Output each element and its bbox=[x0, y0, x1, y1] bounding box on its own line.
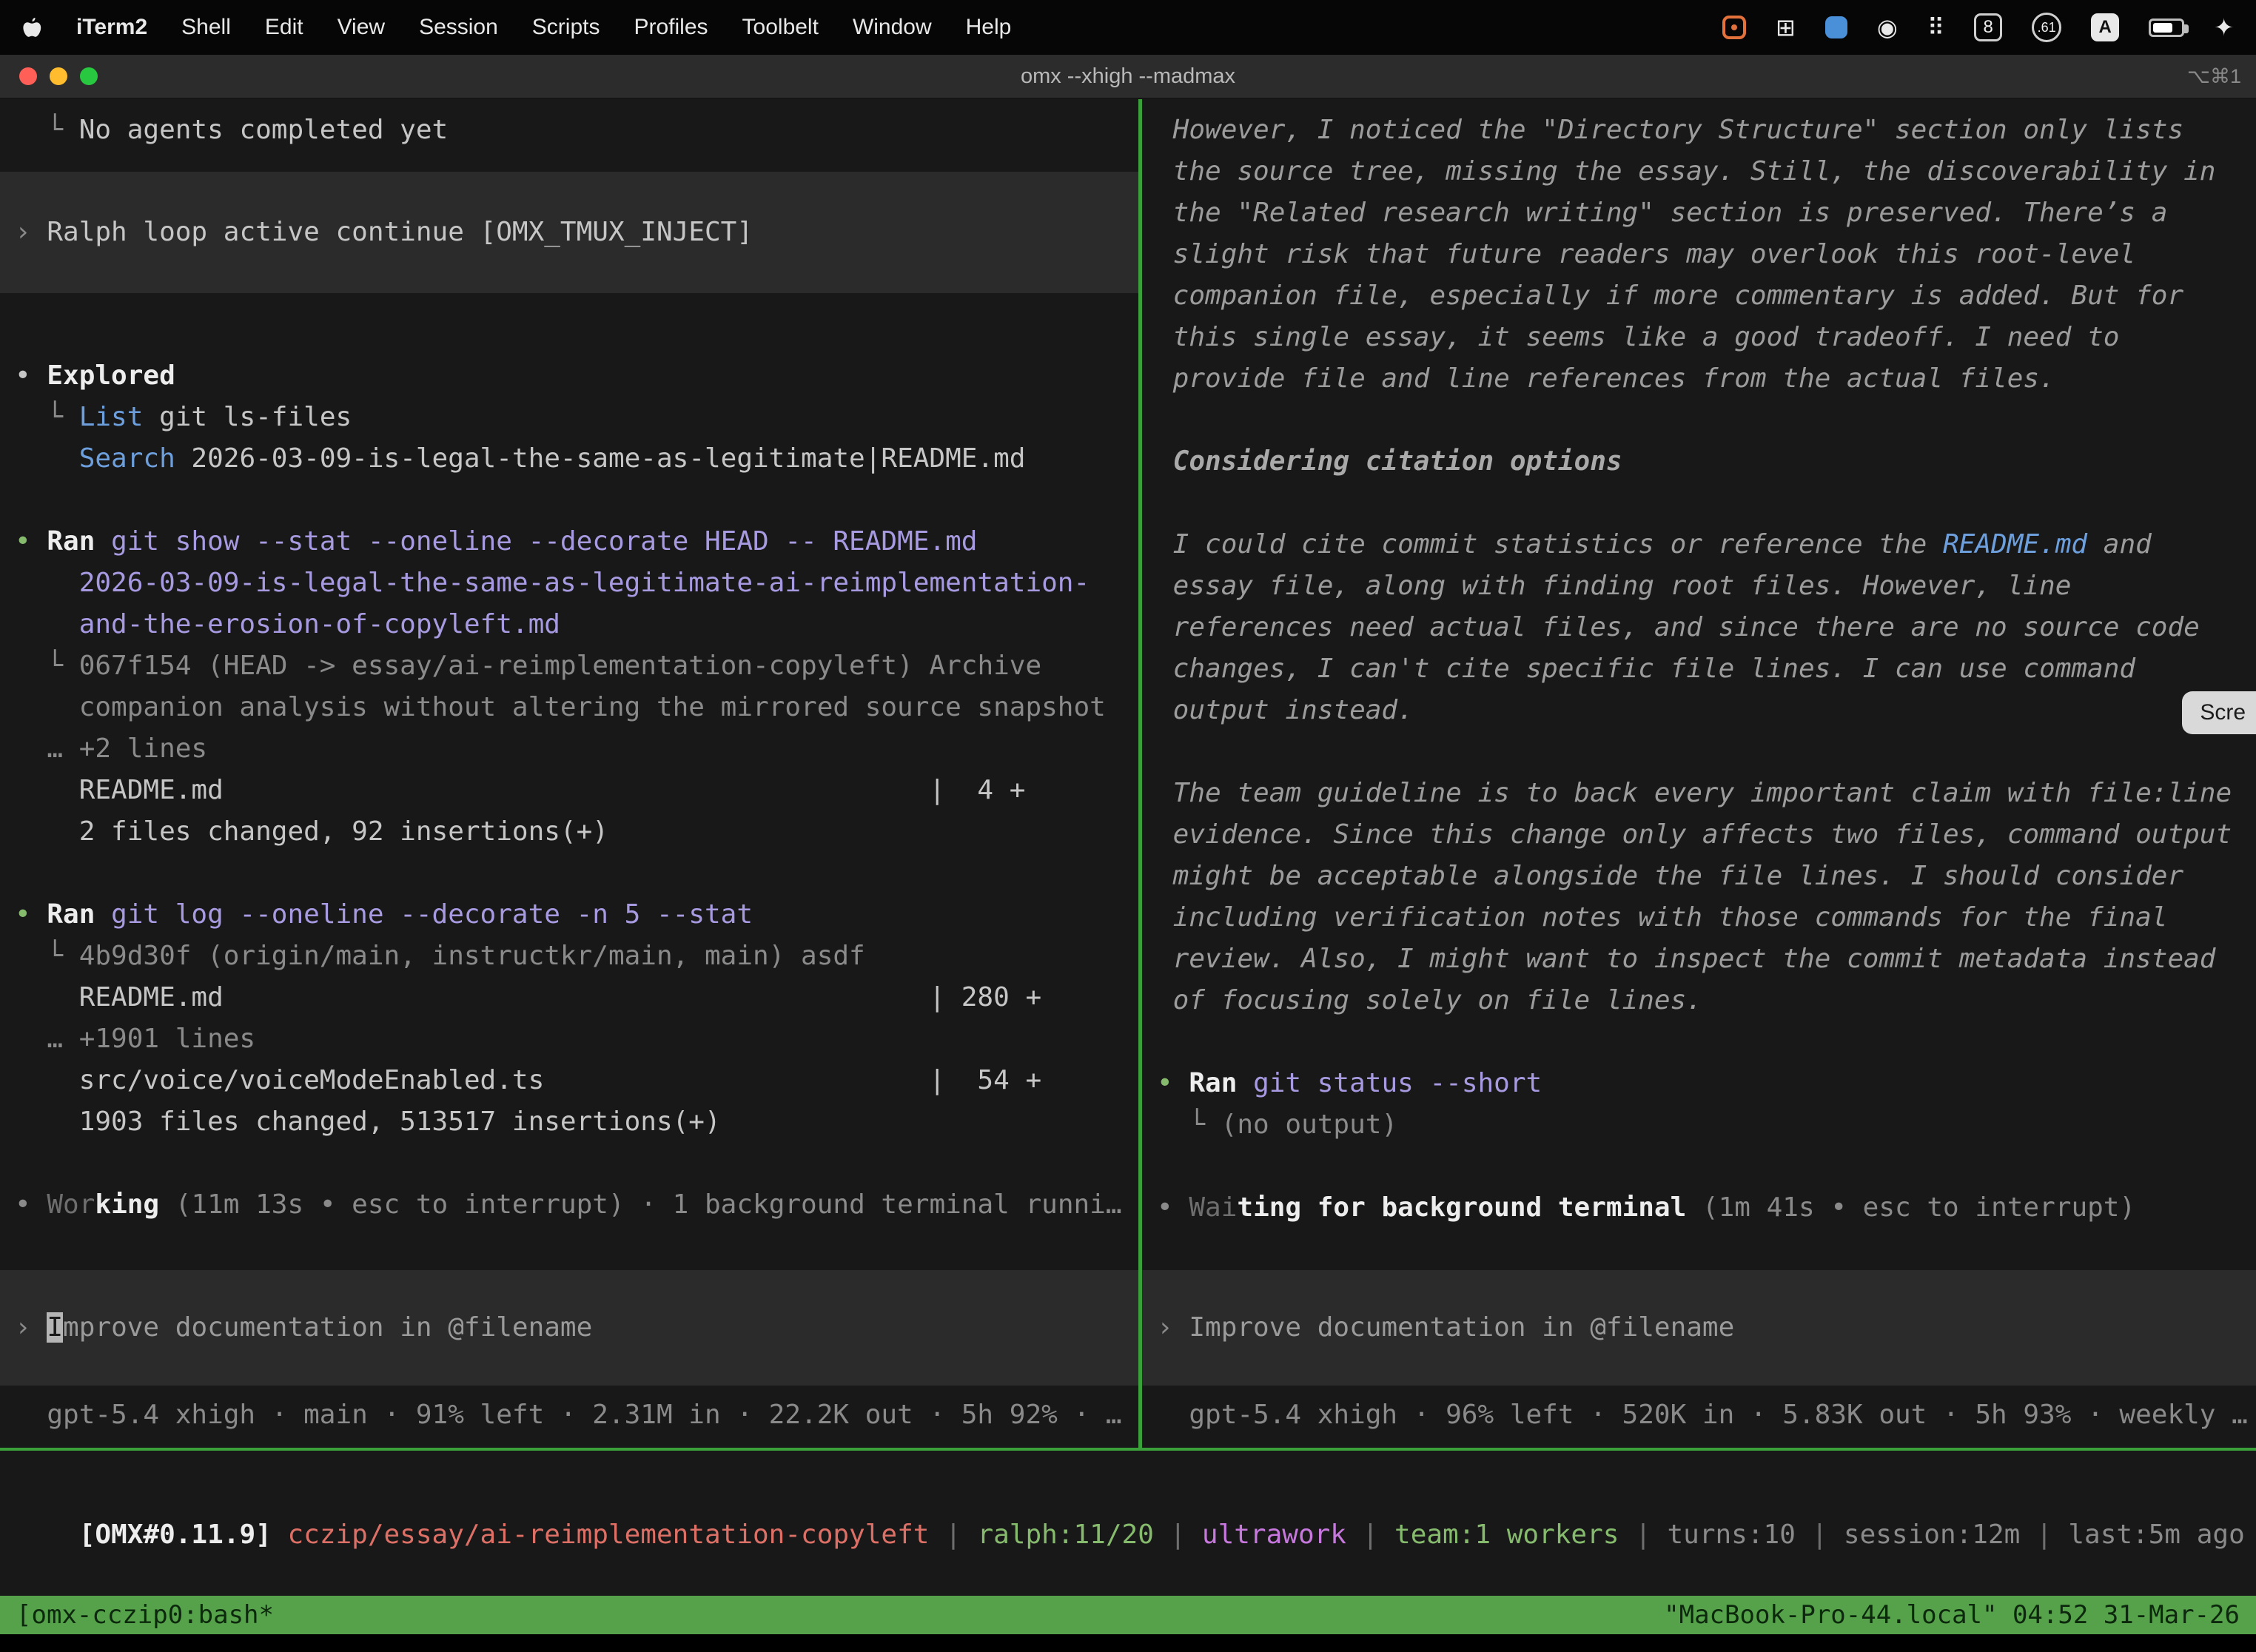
terminal-line: The team guideline is to back every impo… bbox=[1142, 773, 2256, 814]
prompt-input-left[interactable]: › Improve documentation in @filename bbox=[0, 1270, 1138, 1386]
terminal-line: └ (no output) bbox=[1142, 1104, 2256, 1146]
terminal-line bbox=[1142, 483, 2256, 524]
terminal-line: of focusing solely on file lines. bbox=[1142, 980, 2256, 1021]
terminal-line: README.md | 280 + bbox=[0, 977, 1138, 1018]
terminal-line bbox=[1142, 731, 2256, 773]
terminal-line: README.md | 4 + bbox=[0, 770, 1138, 811]
apple-menu-icon[interactable] bbox=[22, 16, 42, 39]
terminal-line bbox=[1142, 400, 2256, 441]
terminal-line: the "Related research writing" section i… bbox=[1142, 192, 2256, 234]
terminal-line: changes, I can't cite specific file line… bbox=[1142, 648, 2256, 690]
menu-item-help[interactable]: Help bbox=[966, 15, 1012, 40]
terminal-line: the source tree, missing the essay. Stil… bbox=[1142, 151, 2256, 192]
terminal-output-right: However, I noticed the "Directory Struct… bbox=[1142, 99, 2256, 1229]
window-title-bar: omx --xhigh --madmax ⌥⌘1 bbox=[0, 55, 2256, 99]
menu-items: Shell Edit View Session Scripts Profiles Toolb… bbox=[181, 15, 1011, 40]
model-status-line-left: gpt-5.4 xhigh · main · 91% left · 2.31M … bbox=[0, 1394, 1138, 1436]
terminal-line: I could cite commit statistics or refere… bbox=[1142, 524, 2256, 565]
notification-peek[interactable]: Scre bbox=[2182, 691, 2256, 734]
menu-item-profiles[interactable]: Profiles bbox=[634, 15, 708, 40]
battery-icon[interactable] bbox=[2149, 19, 2184, 37]
thinking-heading: Considering citation options bbox=[1142, 441, 2256, 483]
terminal-line: companion file, especially if more comme… bbox=[1142, 275, 2256, 317]
terminal-line: output instead. bbox=[1142, 690, 2256, 731]
terminal-line: review. Also, I might want to inspect th… bbox=[1142, 939, 2256, 980]
terminal-line: Search 2026-03-09-is-legal-the-same-as-l… bbox=[0, 438, 1138, 480]
terminal-line: slight risk that future readers may over… bbox=[1142, 234, 2256, 275]
tmux-status-bar: [omx-cczip0:bash* "MacBook-Pro-44.local"… bbox=[0, 1596, 2256, 1634]
terminal-line: might be acceptable alongside the file l… bbox=[1142, 856, 2256, 897]
terminal-line: • Ran git log --oneline --decorate -n 5 … bbox=[0, 894, 1138, 936]
terminal-line: … +2 lines bbox=[0, 728, 1138, 770]
terminal-pane-left[interactable]: └ No agents completed yet › Ralph loop ac… bbox=[0, 99, 1138, 1448]
screen-recording-indicator[interactable] bbox=[1722, 16, 1746, 39]
terminal-line: 2026-03-09-is-legal-the-same-as-legitima… bbox=[0, 563, 1138, 604]
terminal-line: … +1901 lines bbox=[0, 1018, 1138, 1060]
terminal-line: essay file, along with finding root file… bbox=[1142, 565, 2256, 607]
blue-app-icon[interactable] bbox=[1825, 16, 1847, 38]
menu-item-view[interactable]: View bbox=[338, 15, 385, 40]
terminal-line: src/voice/voiceModeEnabled.ts | 54 + bbox=[0, 1060, 1138, 1101]
menu-item-scripts[interactable]: Scripts bbox=[532, 15, 600, 40]
tmux-session-label: [omx-cczip0:bash* bbox=[16, 1600, 274, 1630]
terminal-line: 2 files changed, 92 insertions(+) bbox=[0, 811, 1138, 853]
terminal-line: provide file and line references from th… bbox=[1142, 358, 2256, 400]
menu-item-window[interactable]: Window bbox=[853, 15, 932, 40]
working-status-line: • Working (11m 13s • esc to interrupt) ·… bbox=[0, 1184, 1138, 1226]
terminal-line bbox=[0, 1143, 1138, 1184]
terminal-window: └ No agents completed yet › Ralph loop ac… bbox=[0, 99, 2256, 1634]
circle-app-icon[interactable]: ◉ bbox=[1877, 16, 1898, 39]
menu-item-toolbelt[interactable]: Toolbelt bbox=[742, 15, 819, 40]
terminal-line: including verification notes with those … bbox=[1142, 897, 2256, 939]
omx-status-line: [OMX#0.11.9] cczip/essay/ai-reimplementa… bbox=[79, 1520, 2245, 1550]
waiting-status-line: • Waiting for background terminal (1m 41… bbox=[1142, 1187, 2256, 1229]
terminal-line: and-the-erosion-of-copyleft.md bbox=[0, 604, 1138, 645]
terminal-line: └ List git ls-files bbox=[0, 397, 1138, 438]
menu-app-name[interactable]: iTerm2 bbox=[76, 15, 147, 40]
terminal-line: • Ran git status --short bbox=[1142, 1063, 2256, 1104]
terminal-line: references need actual files, and since … bbox=[1142, 607, 2256, 648]
menu-item-shell[interactable]: Shell bbox=[181, 15, 231, 40]
menu-item-edit[interactable]: Edit bbox=[265, 15, 303, 40]
terminal-line bbox=[0, 480, 1138, 521]
terminal-line: this single essay, it seems like a good … bbox=[1142, 317, 2256, 358]
menu-bar-status-icons: ⊞ ◉ ⠿ 8 .61 A ✦ bbox=[1722, 13, 2234, 42]
minimize-window-button[interactable] bbox=[50, 67, 67, 85]
terminal-line: └ 4b9d30f (origin/main, instructkr/main,… bbox=[0, 936, 1138, 977]
window-grid-icon[interactable]: ⊞ bbox=[1776, 16, 1796, 39]
inject-banner: › Ralph loop active continue [OMX_TMUX_I… bbox=[0, 172, 1138, 293]
terminal-line: evidence. Since this change only affects… bbox=[1142, 814, 2256, 856]
dots-grid-icon[interactable]: ⠿ bbox=[1927, 16, 1944, 39]
terminal-pane-right[interactable]: However, I noticed the "Directory Struct… bbox=[1142, 99, 2256, 1448]
menu-item-session[interactable]: Session bbox=[419, 15, 498, 40]
prompt-input-right[interactable]: › Improve documentation in @filename bbox=[1142, 1270, 2256, 1386]
terminal-line bbox=[1142, 1146, 2256, 1187]
terminal-line: 1903 files changed, 513517 insertions(+) bbox=[0, 1101, 1138, 1143]
battery-percent-badge[interactable]: .61 bbox=[2032, 13, 2061, 42]
zoom-window-button[interactable] bbox=[80, 67, 98, 85]
input-source-icon[interactable]: A bbox=[2091, 13, 2119, 41]
window-title: omx --xhigh --madmax bbox=[0, 64, 2256, 89]
model-status-line-right: gpt-5.4 xhigh · 96% left · 520K in · 5.8… bbox=[1142, 1394, 2256, 1436]
terminal-line bbox=[0, 314, 1138, 355]
menubar-extra-icon[interactable]: ✦ bbox=[2214, 16, 2234, 39]
close-window-button[interactable] bbox=[19, 67, 37, 85]
key-8-icon[interactable]: 8 bbox=[1974, 13, 2002, 41]
terminal-line: • Explored bbox=[0, 355, 1138, 397]
terminal-line: companion analysis without altering the … bbox=[0, 687, 1138, 728]
terminal-line: └ No agents completed yet bbox=[0, 110, 1138, 151]
terminal-line bbox=[0, 853, 1138, 894]
terminal-line: └ 067f154 (HEAD -> essay/ai-reimplementa… bbox=[0, 645, 1138, 687]
tmux-host-clock: "MacBook-Pro-44.local" 04:52 31-Mar-26 bbox=[1664, 1600, 2240, 1630]
terminal-line bbox=[1142, 1021, 2256, 1063]
terminal-output-left: └ No agents completed yet › Ralph loop ac… bbox=[0, 99, 1138, 1226]
tab-shortcut-hint: ⌥⌘1 bbox=[2187, 65, 2256, 88]
terminal-line: • Ran git show --stat --oneline --decora… bbox=[0, 521, 1138, 563]
macos-menu-bar: iTerm2 Shell Edit View Session Scripts Profil… bbox=[0, 0, 2256, 55]
terminal-line: However, I noticed the "Directory Struct… bbox=[1142, 110, 2256, 151]
